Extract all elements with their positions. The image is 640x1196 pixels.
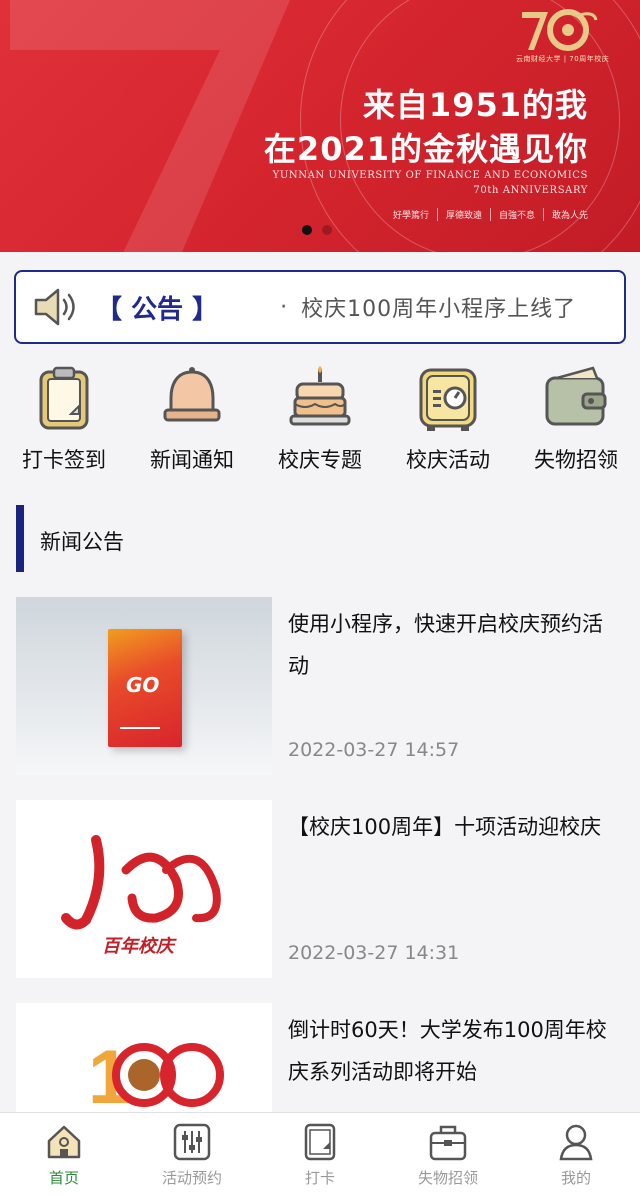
banner-english-line2: 70th ANNIVERSARY [473,185,588,196]
speaker-icon [34,288,75,326]
nav-label: 失物招领 [534,448,618,472]
section-title: 新闻公告 [40,530,124,554]
logo-caption: 云南财经大学 | 70周年校庆 [516,55,610,63]
logo-100-graphic: 1 [88,1035,224,1120]
quick-nav: 打卡签到 新闻通知 校庆专题 校庆活动 失物招领 [0,364,640,482]
tab-label: 活动预约 [161,1169,222,1187]
nav-lost-found[interactable]: 失物招领 [512,364,640,482]
bell-icon [163,367,221,422]
cake-icon [289,366,351,426]
thumbnail-text: GO [126,673,160,697]
arrow-graphic [120,727,160,729]
news-title[interactable]: 【校庆100周年】十项活动迎校庆 [288,806,608,848]
carousel-indicator [302,225,332,235]
announcement-bar[interactable]: 【 公告 】 · 校庆100周年小程序上线了 [14,270,626,344]
sliders-icon [173,1123,211,1161]
announcement-tag: 【 公告 】 [96,294,219,325]
news-title[interactable]: 使用小程序，快速开启校庆预约活动 [288,603,608,687]
news-thumbnail: 百年校庆 [16,800,272,978]
bottom-tab-bar: 首页 活动预约 打卡 失物招领 我的 [0,1112,640,1196]
anniversary-70-logo [522,9,598,51]
news-thumbnail: GO [16,597,272,775]
tab-label: 打卡 [304,1169,335,1187]
wallet-icon [545,366,607,426]
motto: 自強不息 [489,208,535,221]
banner-slogan-line2: 在2021的金秋遇见你 [263,130,588,168]
motto: 厚德致遠 [436,208,482,221]
tab-home[interactable]: 首页 [0,1113,128,1196]
nav-anniversary-activities[interactable]: 校庆活动 [384,364,512,482]
news-title[interactable]: 倒计时60天！大学发布100周年校庆系列活动即将开始 [288,1009,608,1093]
red-envelope-graphic: GO [108,629,182,747]
nav-news[interactable]: 新闻通知 [128,364,256,482]
safe-icon [419,368,477,431]
news-item[interactable]: GO 使用小程序，快速开启校庆预约活动 2022-03-27 14:57 [0,597,640,787]
nav-label: 新闻通知 [150,448,234,472]
tab-label: 首页 [48,1169,79,1187]
nav-checkin[interactable]: 打卡签到 [0,364,128,482]
tab-activity-booking[interactable]: 活动预约 [128,1113,256,1196]
announcement-message[interactable]: 校庆100周年小程序上线了 [301,291,576,323]
banner-mottos: 好學篤行 厚德致遠 自強不息 敢為人先 [393,208,588,221]
motto: 好學篤行 [392,211,429,221]
carousel-dot-2[interactable] [322,225,332,235]
tab-profile[interactable]: 我的 [512,1113,640,1196]
svg-text:1: 1 [88,1035,130,1113]
bag-icon [429,1125,467,1161]
hero-banner[interactable]: 云南财经大学 | 70周年校庆 来自1951的我 在2021的金秋遇见你 YUN… [0,0,640,252]
tab-checkin[interactable]: 打卡 [256,1113,384,1196]
checkin-icon [304,1123,336,1161]
news-time: 2022-03-27 14:57 [288,739,460,761]
banner-slogan-line1: 来自1951的我 [362,86,588,124]
carousel-dot-1[interactable] [302,225,312,235]
section-accent-bar [16,505,24,572]
user-icon [559,1124,593,1161]
tab-label: 失物招领 [417,1169,478,1187]
clipboard-icon [39,366,89,430]
banner-english-line1: YUNNAN UNIVERSITY OF FINANCE AND ECONOMI… [272,170,588,181]
news-time: 2022-03-27 14:31 [288,942,460,964]
thumbnail-text: 百年校庆 [102,936,174,957]
tab-lost-found[interactable]: 失物招领 [384,1113,512,1196]
nav-label: 打卡签到 [22,448,106,472]
home-icon [47,1125,81,1159]
announcement-bullet: · [280,294,288,320]
tab-label: 我的 [560,1169,591,1187]
motto: 敢為人先 [542,208,588,221]
nav-anniversary-topic[interactable]: 校庆专题 [256,364,384,482]
nav-label: 校庆专题 [278,448,362,472]
nav-label: 校庆活动 [406,448,490,472]
news-item[interactable]: 百年校庆 【校庆100周年】十项活动迎校庆 2022-03-27 14:31 [0,800,640,990]
